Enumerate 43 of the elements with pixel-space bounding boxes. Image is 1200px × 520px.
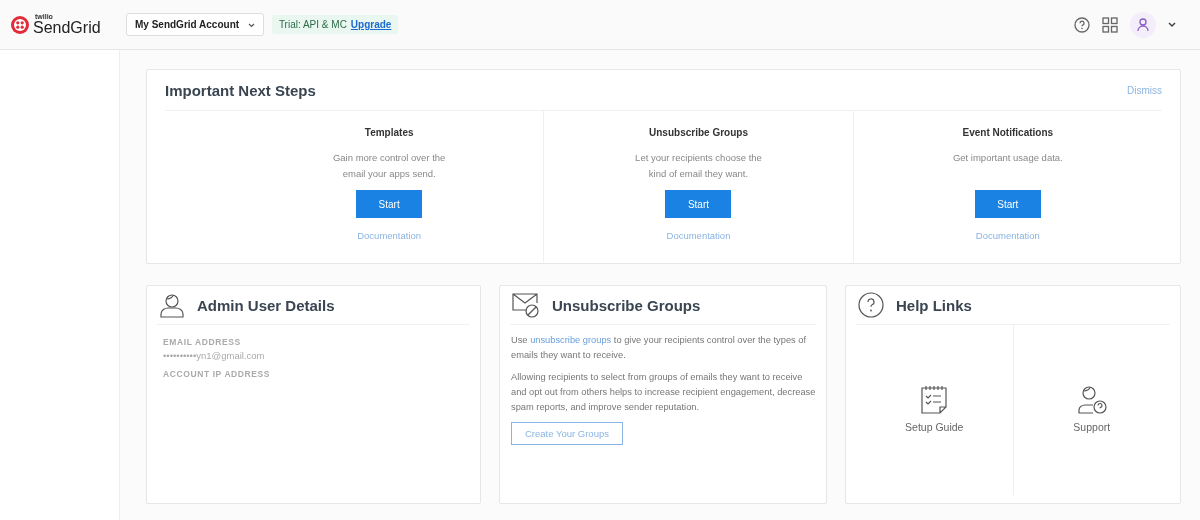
documentation-link[interactable]: Documentation xyxy=(666,230,731,241)
checklist-icon xyxy=(920,385,949,415)
support-person-icon xyxy=(1076,385,1107,415)
dismiss-link[interactable]: Dismiss xyxy=(1127,84,1162,96)
step-title: Templates xyxy=(364,127,414,138)
create-groups-button[interactable]: Create Your Groups xyxy=(511,422,623,445)
step-title: Event Notifications xyxy=(962,127,1054,138)
brand-name: SendGrid xyxy=(33,20,101,36)
caret-icon[interactable] xyxy=(1168,21,1176,28)
logo-icon xyxy=(10,14,30,35)
field-label: EMAIL ADDRESS xyxy=(163,337,242,347)
card-title: Unsubscribe Groups xyxy=(552,296,701,314)
card-title: Help Links xyxy=(896,296,972,314)
help-link-label: Setup Guide xyxy=(905,421,964,433)
envelope-blocked-icon xyxy=(512,292,540,318)
help-link[interactable]: Support xyxy=(1013,325,1170,495)
caret-icon xyxy=(247,22,255,28)
step-description: Let your recipients choose the kind of email they want. xyxy=(635,151,762,181)
step-description: Gain more control over the email your apps send. xyxy=(332,151,446,181)
step-description: Get important usage data. xyxy=(952,151,1063,165)
description-text: Allowing recipients to select from groups of emails they want to receive and opt out from others helps to increase recipient engagement, decrease spam reports, and improve sender reputation. xyxy=(511,371,816,414)
upgrade-link[interactable]: Upgrade xyxy=(350,19,392,30)
help-icon[interactable] xyxy=(1074,16,1090,33)
plan-label: Trial: API & MC xyxy=(278,19,347,30)
help-link-label: Support xyxy=(1073,421,1111,433)
start-button[interactable]: Start xyxy=(665,190,732,218)
intro-text: Use unsubscribe groups to give your recipients control over the types of emails they want to receive. xyxy=(511,334,808,362)
help-icon xyxy=(858,292,884,318)
card-title: Important Next Steps xyxy=(165,81,316,99)
user-icon xyxy=(159,292,185,318)
avatar-icon[interactable] xyxy=(1130,11,1156,38)
unsubscribe-groups-link[interactable]: unsubscribe groups xyxy=(530,335,612,345)
start-button[interactable]: Start xyxy=(974,190,1041,218)
email-value: ••••••••••yn1@gmail.com xyxy=(163,350,266,361)
start-button[interactable]: Start xyxy=(356,190,423,218)
documentation-link[interactable]: Documentation xyxy=(975,230,1040,241)
documentation-link[interactable]: Documentation xyxy=(357,230,422,241)
apps-grid-icon[interactable] xyxy=(1102,16,1118,33)
account-dropdown[interactable]: My SendGrid Account xyxy=(126,13,264,36)
help-link[interactable]: Setup Guide xyxy=(856,325,1014,495)
card-title: Admin User Details xyxy=(197,296,335,314)
field-label: ACCOUNT IP ADDRESS xyxy=(163,369,272,379)
step-title: Unsubscribe Groups xyxy=(649,127,748,138)
